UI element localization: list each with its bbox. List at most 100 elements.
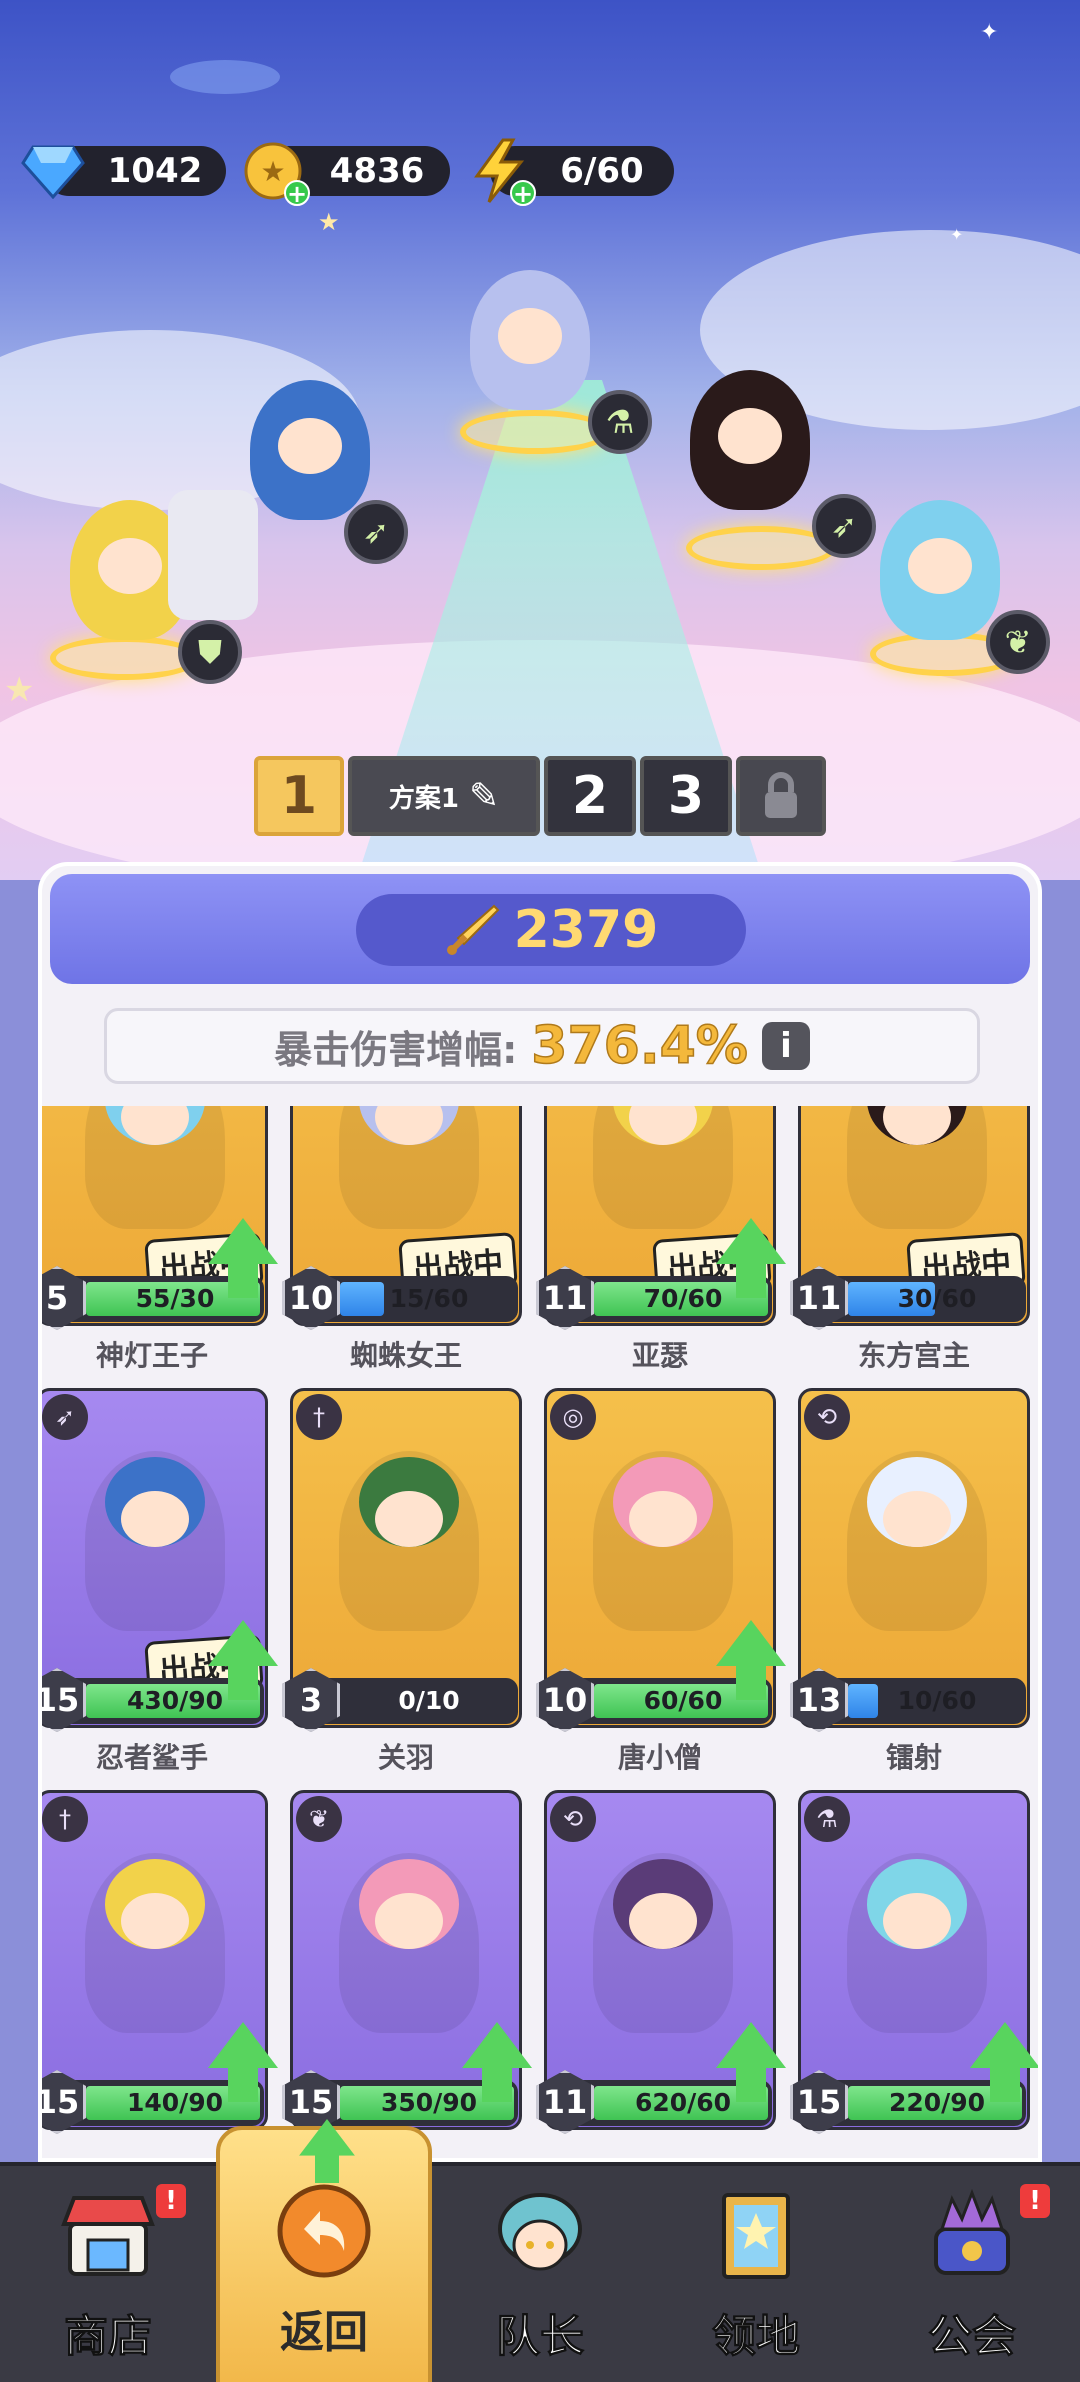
nav-guild[interactable]: 公会! [864, 2166, 1080, 2382]
gem-counter[interactable]: 1042 [21, 145, 226, 199]
edit-icon: ✎ [468, 775, 500, 817]
shop-icon [48, 2180, 168, 2290]
formation-tab-1[interactable]: 1 [254, 756, 344, 836]
bottom-nav: 商店! 返回 队长 领地 公会! [0, 2119, 1080, 2382]
alert-badge: ! [1020, 2184, 1050, 2218]
crit-bonus-box: 暴击伤害增幅: 376.4% i [104, 1008, 980, 1084]
wing-icon: ❦ [986, 610, 1050, 674]
hero-card[interactable]: ⟲ 620/60 11 [536, 1790, 786, 2134]
hero-card[interactable]: 出战中 15/60 10 蜘蛛女王 [282, 1106, 522, 1372]
potion-icon: ⚗ [588, 390, 652, 454]
svg-text:★: ★ [260, 155, 285, 188]
hero-card[interactable]: † 0/10 3 关羽 [282, 1388, 522, 1774]
bow-icon: ➶ [42, 1394, 88, 1440]
field-hero-eastern-palace[interactable] [690, 370, 810, 510]
info-icon[interactable]: i [761, 1022, 810, 1070]
hero-slot-ring [50, 636, 200, 680]
nav-label: 队长 [496, 2311, 585, 2363]
hero-character-art [85, 1106, 225, 1229]
sword-icon [446, 904, 500, 955]
sword-icon: † [42, 1796, 88, 1842]
upgrade-arrow-icon[interactable] [970, 2022, 1038, 2112]
hero-character-art [847, 1853, 987, 2033]
formation-tabs: 1 方案1 ✎ 2 3 [254, 756, 826, 836]
hero-character-art [85, 1451, 225, 1631]
formation-tab-3[interactable]: 3 [640, 756, 732, 836]
shield-prop [168, 490, 258, 620]
nav-captain[interactable]: 队长 [432, 2166, 648, 2382]
field-hero-lamp-prince[interactable] [880, 500, 1000, 640]
lock-icon [765, 772, 797, 818]
upgrade-arrow-icon[interactable] [716, 1218, 786, 1308]
alert-badge: ! [156, 2184, 186, 2218]
lightning-icon: + [464, 136, 536, 206]
power-band: 2379 [50, 874, 1030, 984]
hero-name: 唐小僧 [617, 1741, 702, 1774]
hero-character-art [593, 1853, 733, 2033]
cloud [170, 60, 280, 94]
hero-character-art [85, 1853, 225, 2033]
hero-character-art [847, 1451, 987, 1631]
add-energy-icon[interactable]: + [510, 180, 536, 206]
add-coin-icon[interactable]: + [284, 180, 310, 206]
hero-card[interactable]: ➶出战中430/9015忍者鲨手 [42, 1388, 278, 1774]
hero-card[interactable]: ❦ 350/90 15 [282, 1790, 532, 2134]
hero-card[interactable]: 出战中 55/30 5 神灯王子 [42, 1106, 278, 1372]
magic-icon: ⟲ [550, 1796, 596, 1842]
bow-icon: ➶ [344, 500, 408, 564]
upgrade-arrow-icon[interactable] [208, 1620, 278, 1710]
nav-return[interactable]: 返回 [216, 2119, 432, 2382]
upgrade-arrow-icon[interactable] [208, 2022, 278, 2112]
energy-counter[interactable]: + 6/60 [474, 138, 674, 206]
field-hero-ninja-shark[interactable] [250, 380, 370, 520]
shard-progress-text: 15/60 [389, 1284, 469, 1313]
team-power-value: 2379 [513, 900, 659, 960]
upgrade-arrow-icon [299, 2119, 355, 2191]
formation-tab-2[interactable]: 2 [544, 756, 636, 836]
shield-icon: ⛊ [178, 620, 242, 684]
battle-scene: ✦ ✦ ★ ★ ⚗ ➶ ⛊ ➶ ❦ [0, 0, 1080, 880]
upgrade-arrow-icon[interactable] [716, 2022, 786, 2112]
star-icon: ✦ [980, 20, 999, 45]
crit-bonus-value: 376.4% [531, 1015, 749, 1077]
hero-name: 关羽 [377, 1741, 434, 1774]
field-hero-spider-queen[interactable] [470, 270, 590, 410]
shard-progress-text: 0/10 [398, 1686, 460, 1715]
nav-shop[interactable]: 商店! [0, 2166, 216, 2382]
nav-label: 公会 [928, 2311, 1017, 2363]
formation-tab-locked[interactable] [736, 756, 826, 836]
hero-character-art [847, 1106, 987, 1229]
hero-character-art [339, 1853, 479, 2033]
star-icon: ★ [318, 208, 340, 236]
hero-card[interactable]: 出战中 30/60 11 东方宫主 [790, 1106, 1030, 1372]
territory-icon [696, 2180, 816, 2290]
wing-icon: ❦ [296, 1796, 342, 1842]
upgrade-arrow-icon[interactable] [462, 2022, 532, 2112]
nav-label: 领地 [712, 2311, 801, 2363]
sword-icon: † [296, 1394, 342, 1440]
nav-label: 商店 [64, 2311, 153, 2363]
star-icon: ★ [4, 670, 35, 710]
shard-progress-text: 10/60 [897, 1686, 977, 1715]
coin-counter[interactable]: ★ + 4836 [244, 142, 450, 206]
hero-character-art [339, 1451, 479, 1631]
hero-name: 忍者鲨手 [95, 1741, 208, 1774]
return-icon [264, 2176, 384, 2286]
hero-card[interactable]: †140/9015 [42, 1790, 278, 2134]
hero-name: 亚瑟 [631, 1339, 688, 1372]
hero-card[interactable]: ⟲ 10/60 13 镭射 [790, 1388, 1030, 1774]
hero-name: 神灯王子 [95, 1339, 208, 1372]
hero-card[interactable]: ◎ 60/60 10 唐小僧 [536, 1388, 786, 1774]
potion-icon: ⚗ [804, 1796, 850, 1842]
nav-territory[interactable]: 领地 [648, 2166, 864, 2382]
hero-card[interactable]: 出战中 70/60 11 亚瑟 [536, 1106, 786, 1372]
formation-name-tab[interactable]: 方案1 ✎ [348, 756, 540, 836]
magic-icon: ⟲ [804, 1394, 850, 1440]
hero-character-art [593, 1106, 733, 1229]
hero-card[interactable]: ⚗ 220/90 15 [790, 1790, 1038, 2134]
upgrade-arrow-icon[interactable] [716, 1620, 786, 1710]
spiral-icon: ◎ [550, 1394, 596, 1440]
upgrade-arrow-icon[interactable] [208, 1218, 278, 1308]
nav-label: 返回 [280, 2307, 368, 2358]
formation-name-label: 方案1 [388, 783, 459, 814]
